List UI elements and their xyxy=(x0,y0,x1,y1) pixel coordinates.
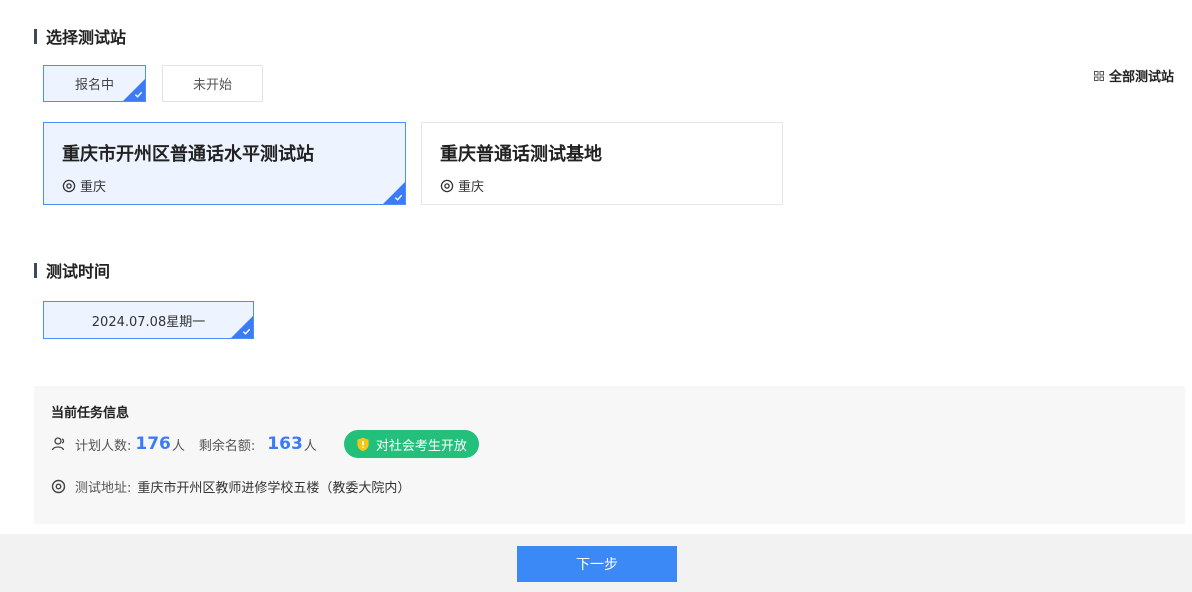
planned-label: 计划人数: xyxy=(75,438,132,454)
planned-count: 176 xyxy=(135,434,171,454)
planned-unit: 人 xyxy=(171,438,185,454)
next-step-button[interactable]: 下一步 xyxy=(517,546,677,582)
address-row: 测试地址: 重庆市开州区教师进修学校五楼（教委大院内） xyxy=(51,477,410,496)
station-section-title: 选择测试站 xyxy=(34,24,126,48)
date-option[interactable]: 2024.07.08星期一 xyxy=(43,301,254,339)
station-card[interactable]: 重庆普通话测试基地 重庆 xyxy=(421,122,783,205)
section-bar xyxy=(34,262,37,278)
date-option-label: 2024.07.08星期一 xyxy=(91,314,206,330)
check-icon xyxy=(394,194,403,201)
tab-signing-up[interactable]: 报名中 xyxy=(43,65,146,102)
station-section-title-text: 选择测试站 xyxy=(46,28,127,47)
check-icon xyxy=(134,91,143,98)
all-stations-link[interactable]: 全部测试站 xyxy=(1093,66,1174,85)
time-section-title: 测试时间 xyxy=(34,258,110,282)
time-section-title-text: 测试时间 xyxy=(46,262,111,281)
station-location: 重庆 xyxy=(62,176,106,195)
shield-icon xyxy=(357,437,369,451)
location-icon xyxy=(440,179,454,192)
remaining-unit: 人 xyxy=(303,438,317,454)
station-location-text: 重庆 xyxy=(80,180,107,195)
station-location-text: 重庆 xyxy=(458,180,485,195)
open-to-public-badge: 对社会考生开放 xyxy=(343,430,479,458)
tab-not-started[interactable]: 未开始 xyxy=(162,65,263,102)
footer-bar: 下一步 xyxy=(0,534,1192,592)
check-icon xyxy=(242,328,251,335)
people-icon xyxy=(51,437,65,451)
station-name: 重庆普通话测试基地 xyxy=(440,144,602,165)
address-label: 测试地址: xyxy=(75,481,132,496)
task-info-panel: 当前任务信息 计划人数: 176 人 剩余名额: 163 人 对社会考生开放 测… xyxy=(34,386,1185,524)
grid-icon xyxy=(1093,70,1104,81)
task-info-title: 当前任务信息 xyxy=(51,406,130,421)
location-icon xyxy=(51,479,66,494)
station-name: 重庆市开州区普通话水平测试站 xyxy=(62,144,314,165)
station-location: 重庆 xyxy=(440,176,484,195)
quota-row: 计划人数: 176 人 剩余名额: 163 人 对社会考生开放 xyxy=(51,430,479,458)
remaining-label: 剩余名额: xyxy=(198,438,256,454)
open-badge-label: 对社会考生开放 xyxy=(375,438,467,454)
station-card[interactable]: 重庆市开州区普通话水平测试站 重庆 xyxy=(43,122,406,205)
tab-signing-up-label: 报名中 xyxy=(74,78,114,93)
location-icon xyxy=(62,179,76,192)
all-stations-label: 全部测试站 xyxy=(1108,70,1174,85)
section-bar xyxy=(34,28,37,44)
tab-not-started-label: 未开始 xyxy=(192,78,232,93)
remaining-count: 163 xyxy=(267,434,303,454)
address-text: 重庆市开州区教师进修学校五楼（教委大院内） xyxy=(137,481,411,496)
